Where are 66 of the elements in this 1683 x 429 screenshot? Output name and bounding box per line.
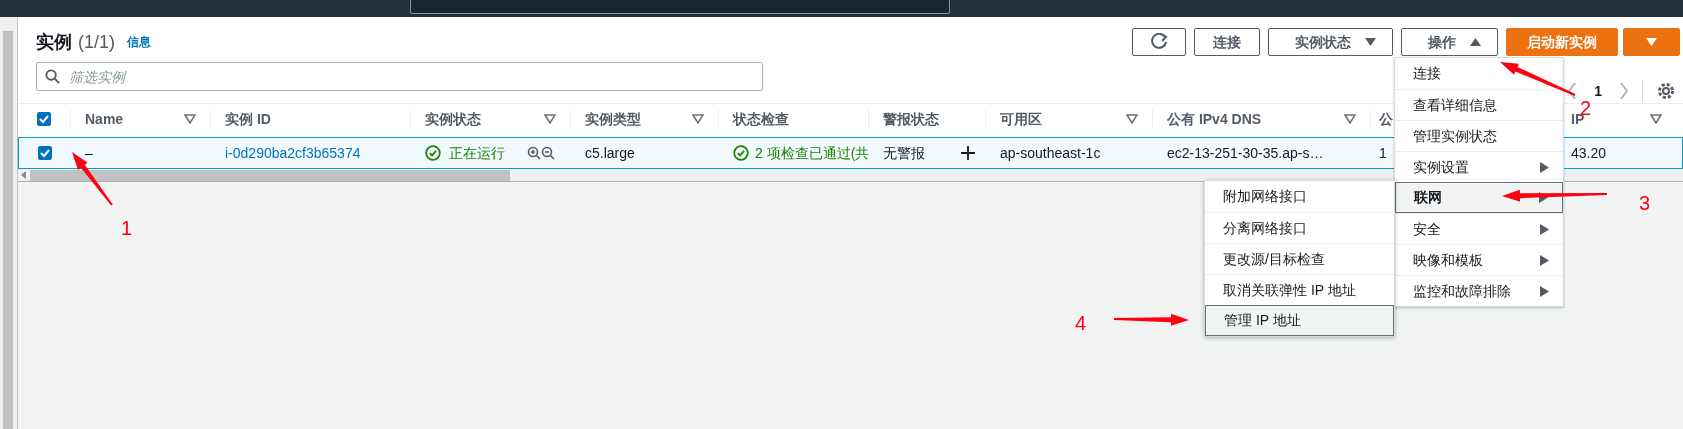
annotation-number: 3 [1639, 191, 1651, 216]
submenu-arrow-icon [1540, 285, 1549, 297]
sort-icon[interactable] [184, 114, 196, 124]
zoom-in-icon[interactable] [527, 146, 541, 160]
filter-field[interactable]: 筛选实例 [36, 62, 763, 91]
column-header: 状态检查 [733, 110, 789, 128]
table-cell-text: – [85, 143, 93, 163]
column-header: Name [85, 110, 124, 128]
column-header: 可用区 [1000, 110, 1042, 128]
connect-button[interactable]: 连接 [1193, 28, 1260, 56]
column-header: 警报状态 [883, 110, 939, 128]
table-cell-text: c5.large [585, 143, 635, 163]
dropdown-button[interactable]: 实例状态 [1267, 28, 1393, 56]
table-cell-text: 正在运行 [449, 143, 505, 163]
menu-item[interactable]: 查看详细信息 [1395, 89, 1563, 120]
column-header: 公有 IPv4 DNS [1167, 110, 1262, 128]
menu-item[interactable]: 附加网络接口 [1205, 181, 1394, 212]
refresh-icon [1149, 33, 1168, 51]
submenu-arrow-icon [1540, 223, 1549, 235]
sort-icon[interactable] [692, 114, 704, 124]
annotation-arrow [72, 152, 113, 206]
scrollbar-thumb[interactable] [30, 169, 510, 181]
launch-menu-button[interactable] [1622, 28, 1680, 56]
sort-icon[interactable] [1126, 114, 1138, 124]
check-circle-icon [425, 145, 441, 161]
table-cell-text: ec2-13-251-30-35.ap-s… [1167, 143, 1324, 163]
menu-item[interactable]: 管理 IP 地址 [1205, 305, 1394, 336]
caret-icon [1645, 37, 1657, 47]
check-circle-icon [733, 145, 749, 161]
menu-item[interactable]: 联网 [1395, 182, 1563, 213]
menu-item[interactable]: 分离网络接口 [1205, 212, 1394, 243]
column-header: 实例状态 [425, 110, 481, 128]
column-header: 实例 ID [225, 110, 271, 128]
menu-item[interactable]: 更改源/目标检查 [1205, 243, 1394, 274]
menu-item[interactable]: 连接 [1395, 58, 1563, 89]
annotation-number: 1 [121, 216, 133, 241]
checkbox[interactable] [38, 146, 52, 160]
settings-icon[interactable] [1657, 82, 1675, 100]
checkbox[interactable] [37, 112, 51, 126]
instance-id-link[interactable]: i-0d290ba2cf3b65374 [225, 142, 361, 164]
refresh-button[interactable] [1131, 28, 1186, 56]
scrollbar-thumb[interactable] [3, 31, 13, 429]
page-title: 实例 [36, 30, 72, 54]
sort-icon[interactable] [1650, 114, 1662, 124]
table-cell-text: ap-southeast-1c [1000, 143, 1101, 163]
plus-icon[interactable] [961, 146, 975, 160]
sort-icon[interactable] [544, 114, 556, 124]
annotation-number: 4 [1075, 311, 1087, 336]
zoom-out-icon[interactable] [541, 146, 555, 160]
menu-item[interactable]: 管理实例状态 [1395, 120, 1563, 151]
page-number[interactable]: 1 [1594, 80, 1602, 102]
search-field[interactable] [410, 0, 950, 14]
submenu-arrow-icon [1540, 161, 1549, 173]
table-cell-text: 无警报 [883, 143, 925, 163]
submenu-arrow-icon [1540, 254, 1549, 266]
column-header: 实例类型 [585, 110, 641, 128]
info-link[interactable]: 信息 [127, 33, 151, 51]
table-cell-text: 43.20 [1571, 143, 1607, 163]
scroll-left-icon[interactable] [21, 171, 27, 179]
previous-page-icon[interactable] [1568, 82, 1577, 100]
dropdown-button[interactable]: 操作 [1400, 28, 1498, 56]
table-cell-text: 2 项检查已通过(共 [755, 143, 869, 163]
table-cell-text: 1 [1379, 143, 1387, 163]
sort-icon[interactable] [1344, 114, 1356, 124]
instance-count: (1/1) [78, 30, 115, 54]
column-header: 公 [1379, 110, 1393, 128]
